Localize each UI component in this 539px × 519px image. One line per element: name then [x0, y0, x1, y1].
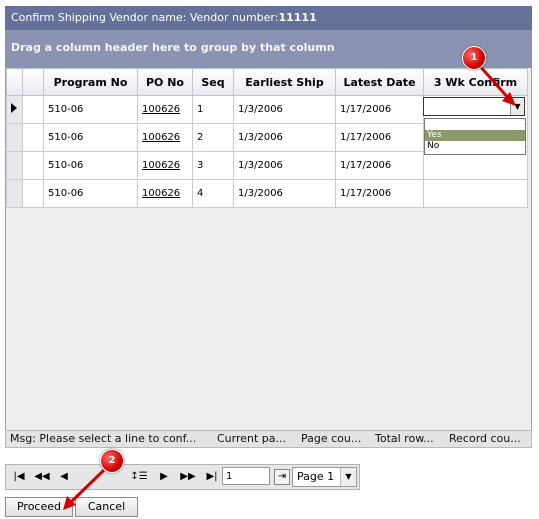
cell-po-no[interactable]: 100626	[137, 123, 193, 152]
current-row-icon	[11, 103, 17, 113]
cell-3wk-confirm[interactable]	[423, 179, 528, 208]
cell-po-no[interactable]: 100626	[137, 95, 193, 124]
page-select[interactable]: Page 1 ▼	[292, 467, 357, 487]
cell-latest-date[interactable]: 1/17/2006	[335, 179, 424, 208]
proceed-button[interactable]: Proceed	[5, 497, 73, 517]
cell-po-no[interactable]: 100626	[137, 151, 193, 180]
group-by-panel[interactable]: Drag a column header here to group by th…	[5, 30, 532, 68]
po-link[interactable]: 100626	[142, 104, 180, 115]
page-number-input[interactable]	[222, 467, 270, 485]
cell-seq[interactable]: 2	[192, 123, 234, 152]
cell-3wk-confirm[interactable]	[423, 151, 528, 180]
page-size-icon[interactable]: ↕☰	[128, 469, 150, 485]
table-row[interactable]: 510-06 100626 3 1/3/2006 1/17/2006	[6, 151, 528, 180]
cell-program-no[interactable]: 510-06	[43, 95, 138, 124]
status-record-count: Record cou...	[449, 432, 521, 445]
next-page-icon[interactable]: ▶	[159, 469, 169, 485]
confirm-dropdown-list[interactable]: Yes No	[424, 118, 526, 155]
column-header-3wk-confirm[interactable]: 3 Wk Confirm	[423, 68, 528, 96]
row-selector[interactable]	[6, 151, 23, 180]
cell-program-no[interactable]: 510-06	[43, 179, 138, 208]
window-title-bar: Confirm Shipping Vendor name: Vendor num…	[5, 6, 532, 30]
po-link[interactable]: 100626	[142, 188, 180, 199]
grid-header-row: Program No PO No Seq Earliest Ship Lates…	[6, 68, 528, 96]
cell-po-no[interactable]: 100626	[137, 179, 193, 208]
cell-latest-date[interactable]: 1/17/2006	[335, 123, 424, 152]
cancel-button[interactable]: Cancel	[75, 497, 138, 517]
status-page-count: Page cou...	[301, 432, 362, 445]
po-link[interactable]: 100626	[142, 160, 180, 171]
column-header-po-no[interactable]: PO No	[137, 68, 193, 96]
column-header-seq[interactable]: Seq	[192, 68, 234, 96]
previous-group-icon[interactable]: ◀◀	[34, 469, 50, 485]
go-to-page-icon[interactable]: ⇥	[274, 469, 290, 485]
cell-earliest-ship[interactable]: 1/3/2006	[233, 179, 336, 208]
cell-earliest-ship[interactable]: 1/3/2006	[233, 151, 336, 180]
cell-latest-date[interactable]: 1/17/2006	[335, 95, 424, 124]
page-select-value: Page 1	[297, 470, 335, 483]
dropdown-option-yes[interactable]: Yes	[425, 130, 525, 141]
callout-badge-1: 1	[462, 46, 486, 70]
cell-earliest-ship[interactable]: 1/3/2006	[233, 123, 336, 152]
dropdown-option-no[interactable]: No	[425, 141, 525, 152]
blank-header	[22, 68, 44, 96]
cell-seq[interactable]: 3	[192, 151, 234, 180]
group-by-hint: Drag a column header here to group by th…	[11, 41, 335, 54]
status-bar: Msg: Please select a line to conf... Cur…	[5, 430, 532, 448]
blank-cell	[22, 151, 44, 180]
table-row[interactable]: 510-06 100626 4 1/3/2006 1/17/2006	[6, 179, 528, 208]
row-selector[interactable]	[6, 95, 23, 124]
column-header-earliest-ship[interactable]: Earliest Ship	[233, 68, 336, 96]
blank-cell	[22, 123, 44, 152]
row-selector[interactable]	[6, 123, 23, 152]
status-current-page: Current pa...	[217, 432, 287, 445]
cell-latest-date[interactable]: 1/17/2006	[335, 151, 424, 180]
next-group-icon[interactable]: ▶▶	[180, 469, 196, 485]
last-page-icon[interactable]: ▶|	[205, 469, 219, 485]
po-link[interactable]: 100626	[142, 132, 180, 143]
cell-seq[interactable]: 4	[192, 179, 234, 208]
status-total-rows: Total row...	[375, 432, 434, 445]
window-title: Confirm Shipping Vendor name: Vendor num…	[11, 11, 279, 24]
column-header-latest-date[interactable]: Latest Date	[335, 68, 424, 96]
dropdown-option-blank[interactable]	[425, 119, 525, 130]
first-page-icon[interactable]: |◀	[12, 469, 26, 485]
cell-program-no[interactable]: 510-06	[43, 123, 138, 152]
previous-page-icon[interactable]: ◀	[59, 469, 69, 485]
row-selector-header	[6, 68, 23, 96]
blank-cell	[22, 179, 44, 208]
chevron-down-icon[interactable]: ▼	[340, 468, 356, 486]
chevron-down-icon[interactable]: ▼	[510, 98, 524, 115]
column-header-program-no[interactable]: Program No	[43, 68, 138, 96]
vendor-number: 11111	[278, 11, 317, 24]
cell-earliest-ship[interactable]: 1/3/2006	[233, 95, 336, 124]
status-message: Msg: Please select a line to conf...	[10, 432, 197, 445]
blank-cell	[22, 95, 44, 124]
cell-program-no[interactable]: 510-06	[43, 151, 138, 180]
callout-badge-2: 2	[100, 449, 124, 473]
cell-seq[interactable]: 1	[192, 95, 234, 124]
row-selector[interactable]	[6, 179, 23, 208]
